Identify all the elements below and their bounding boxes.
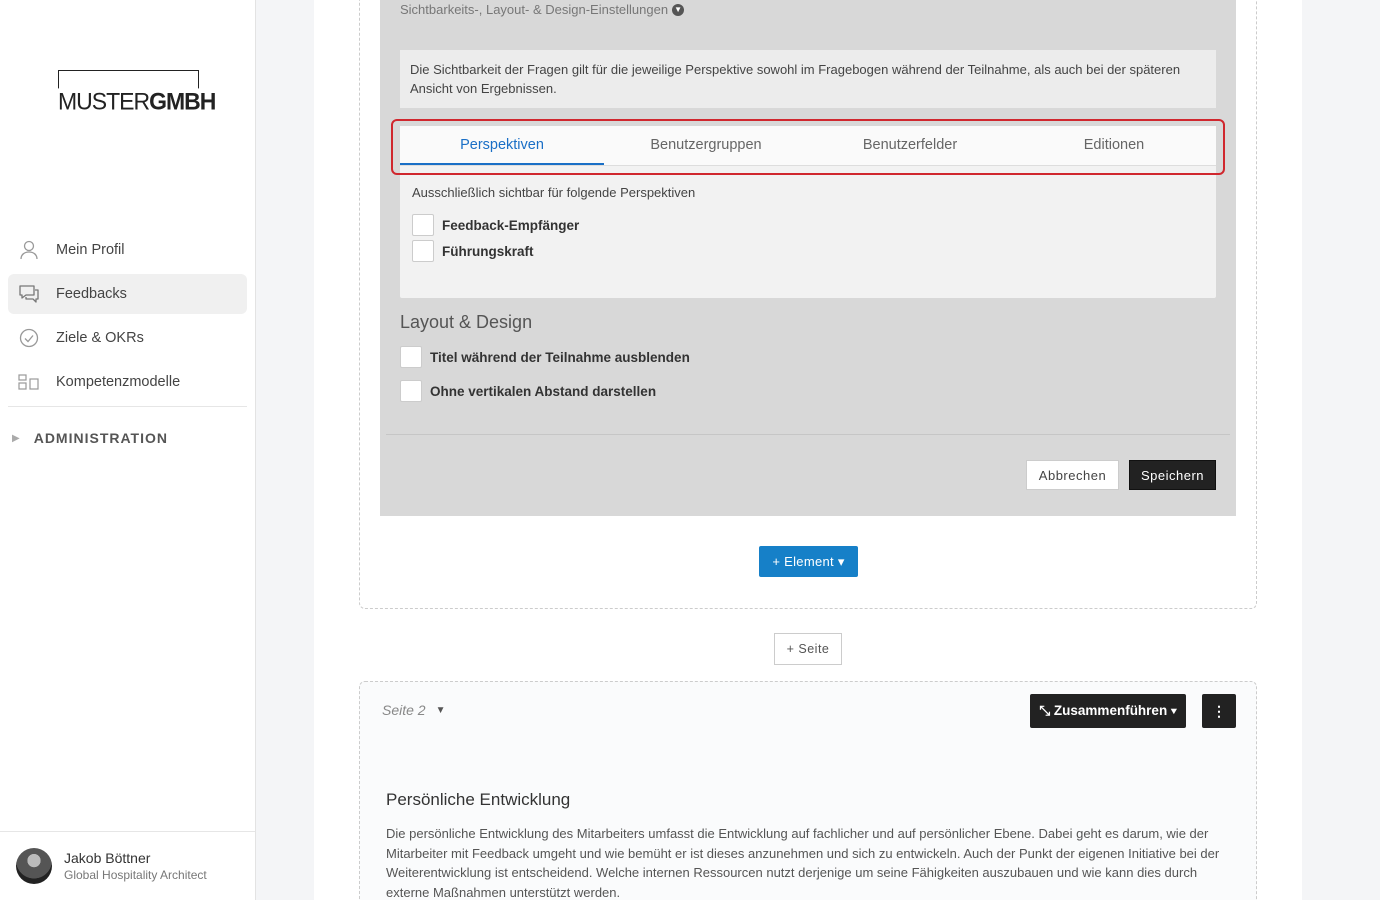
more-options-button[interactable]: ⋮ [1202, 694, 1236, 728]
sidebar-nav: Mein Profil Feedbacks Ziele & OKRs Kompe… [8, 230, 247, 407]
admin-label: ADMINISTRATION [33, 430, 168, 446]
sidebar-item-feedbacks[interactable]: Feedbacks [8, 274, 247, 314]
page-2-label: Seite 2 [382, 702, 426, 718]
page-2-selector[interactable]: Seite 2 ▼ [382, 702, 446, 718]
main-content: Sichtbarkeits-, Layout- & Design-Einstel… [314, 0, 1302, 900]
merge-button[interactable]: ⤡ Zusammenführen ▾ [1030, 694, 1186, 728]
merge-label: Zusammenführen [1053, 703, 1168, 718]
sidebar: MUSTERGMBH Mein Profil Feedbacks Ziele &… [0, 0, 256, 900]
logo-bold-text: GMBH [149, 87, 216, 115]
sidebar-item-mein-profil[interactable]: Mein Profil [8, 230, 247, 270]
caret-right-icon: ▶ [12, 432, 20, 444]
sidebar-item-label: Feedbacks [56, 286, 127, 302]
add-page-button[interactable]: + Seite [774, 633, 842, 665]
logo-light-text: MUSTER [58, 87, 150, 115]
check-circle-icon [18, 327, 40, 349]
page-2-container: Seite 2 ▼ ⤡ Zusammenführen ▾ ⋮ Persönlic… [359, 681, 1257, 900]
sidebar-item-label: Kompetenzmodelle [56, 374, 181, 390]
page-1-container [359, 0, 1257, 609]
vertical-dots-icon: ⋮ [1212, 702, 1226, 719]
sidebar-item-administration[interactable]: ▶ ADMINISTRATION [12, 430, 168, 446]
sidebar-item-label: Ziele & OKRs [56, 330, 144, 346]
caret-down-icon: ▾ [837, 553, 845, 569]
sidebar-item-ziele[interactable]: Ziele & OKRs [8, 318, 247, 358]
caret-down-icon: ▼ [435, 704, 446, 716]
section-description: Die persönliche Entwicklung des Mitarbei… [386, 826, 1220, 900]
blocks-icon [18, 371, 40, 393]
caret-down-icon: ▾ [1170, 703, 1177, 718]
add-element-button[interactable]: + Element ▾ [759, 546, 858, 577]
company-logo[interactable]: MUSTERGMBH [57, 70, 234, 115]
add-element-label: + Element [772, 553, 834, 569]
section-title: Persönliche Entwicklung [386, 790, 571, 809]
user-icon [18, 239, 40, 261]
merge-icon: ⤡ [1039, 703, 1051, 718]
user-profile[interactable]: Jakob Böttner Global Hospitality Archite… [0, 831, 255, 900]
user-name: Jakob Böttner [64, 850, 151, 866]
chat-icon [18, 283, 40, 305]
user-role: Global Hospitality Architect [64, 868, 207, 882]
nav-divider [8, 406, 247, 407]
sidebar-item-label: Mein Profil [56, 242, 125, 258]
avatar [16, 848, 52, 884]
sidebar-item-kompetenzmodelle[interactable]: Kompetenzmodelle [8, 362, 247, 402]
